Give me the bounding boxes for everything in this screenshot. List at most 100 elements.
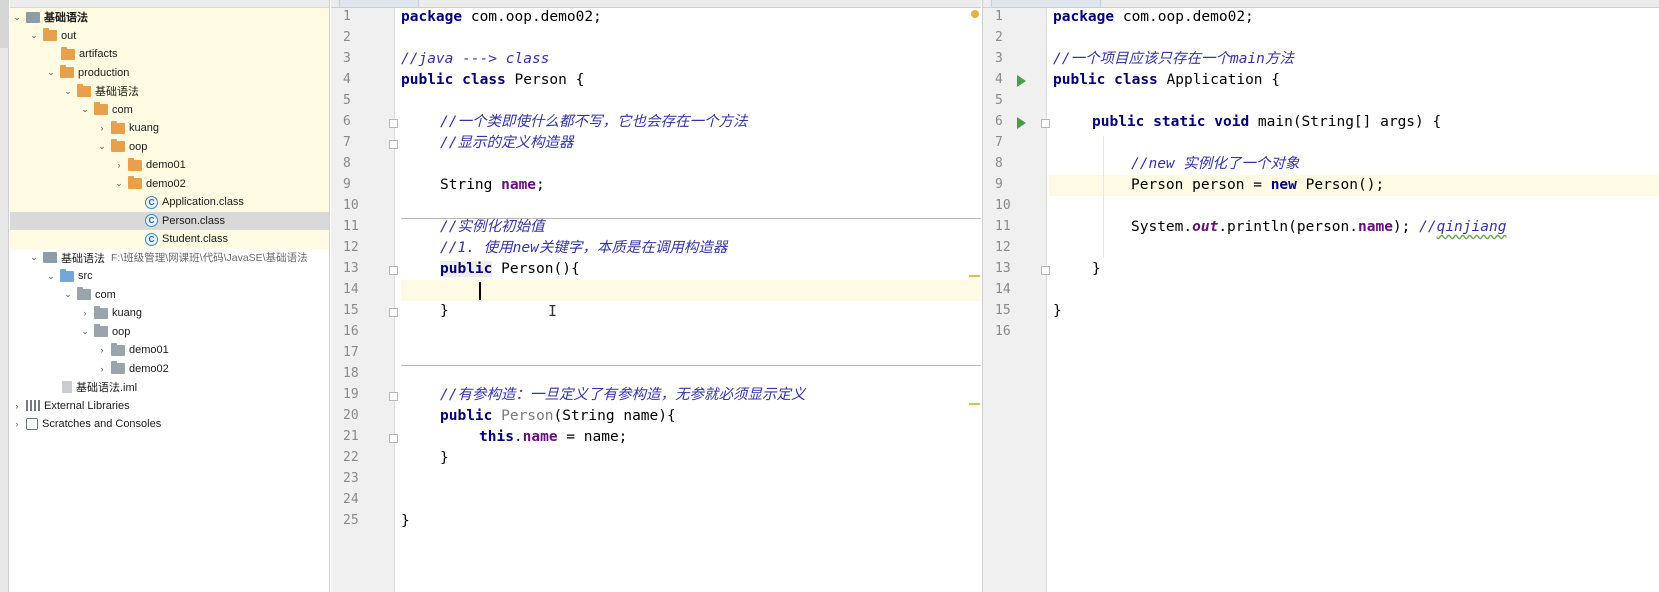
- editor-application[interactable]: 1 2 3 4 5 6 7 8 9 10 11 12 13 14 15 16 p…: [982, 0, 1659, 592]
- chevron-down-icon[interactable]: ⌄: [114, 178, 124, 189]
- project-tool-tab[interactable]: [0, 0, 9, 48]
- tree-item[interactable]: ⌄ production: [10, 63, 329, 82]
- chevron-down-icon[interactable]: ⌄: [29, 30, 39, 41]
- code-line[interactable]: //显示的定义构造器: [401, 133, 981, 154]
- code-line[interactable]: //java ---> class: [401, 49, 981, 70]
- chevron-right-icon[interactable]: ›: [97, 123, 107, 133]
- line-number: 10: [343, 198, 359, 213]
- folder-icon: [43, 28, 57, 42]
- run-icon[interactable]: [1017, 75, 1026, 87]
- code-line[interactable]: //1. 使用new关键字，本质是在调用构造器: [401, 238, 981, 259]
- tree-item[interactable]: › kuang: [10, 119, 329, 138]
- tree-item[interactable]: ⌄ 基础语法: [10, 8, 329, 27]
- fold-marker[interactable]: [389, 308, 398, 317]
- change-marker[interactable]: [969, 403, 980, 405]
- code-line[interactable]: package com.oop.demo02;: [1049, 7, 1659, 28]
- current-line[interactable]: [401, 280, 981, 301]
- code-line[interactable]: public class Person {: [401, 70, 981, 91]
- code-line[interactable]: String name;: [401, 175, 981, 196]
- code-line[interactable]: System.out.println(person.name); //qinji…: [1049, 217, 1659, 238]
- code-line[interactable]: }: [401, 511, 981, 532]
- run-icon[interactable]: [1017, 117, 1026, 129]
- tree-item[interactable]: C Student.class: [10, 230, 329, 249]
- tree-item-selected[interactable]: C Person.class: [10, 211, 329, 230]
- editor-person[interactable]: 1 2 3 4 5 6 7 8 9 10 11 12 13 14 15 16 1…: [331, 0, 981, 592]
- current-line[interactable]: Person person = new Person();: [1049, 175, 1659, 196]
- tree-item[interactable]: › demo01: [10, 341, 329, 360]
- tree-item[interactable]: ⌄ oop: [10, 137, 329, 156]
- source-folder-icon: [60, 268, 74, 282]
- tree-item[interactable]: ⌄ demo02: [10, 174, 329, 193]
- line-number: 17: [343, 345, 359, 360]
- chevron-down-icon[interactable]: ⌄: [63, 86, 73, 96]
- tree-item[interactable]: › demo02: [10, 360, 329, 379]
- code-line[interactable]: }: [1049, 301, 1659, 322]
- tree-item[interactable]: ⌄ src: [10, 267, 329, 286]
- folder-icon: [61, 46, 75, 60]
- fold-marker[interactable]: [389, 119, 398, 128]
- line-number: 22: [343, 450, 359, 465]
- chevron-down-icon[interactable]: ⌄: [80, 104, 90, 115]
- chevron-right-icon[interactable]: ›: [12, 401, 22, 411]
- chevron-right-icon[interactable]: ›: [97, 364, 107, 374]
- chevron-right-icon[interactable]: ›: [80, 308, 90, 318]
- code-line[interactable]: this.name = name;: [401, 427, 981, 448]
- code-line[interactable]: package com.oop.demo02;: [401, 7, 981, 28]
- scratches-icon: [26, 418, 38, 431]
- fold-marker[interactable]: [389, 266, 398, 275]
- tree-item[interactable]: 基础语法.iml: [10, 378, 329, 397]
- chevron-down-icon[interactable]: ⌄: [63, 289, 73, 300]
- method-separator: [401, 365, 981, 366]
- chevron-down-icon[interactable]: ⌄: [97, 141, 107, 152]
- line-gutter: 1 2 3 4 5 6 7 8 9 10 11 12 13 14 15 16: [983, 8, 1047, 592]
- line-number: 18: [343, 366, 359, 381]
- tree-item[interactable]: › demo01: [10, 156, 329, 175]
- folder-icon: [111, 120, 125, 134]
- code-line[interactable]: //new 实例化了一个对象: [1049, 154, 1659, 175]
- line-number: 5: [343, 93, 351, 108]
- tree-item[interactable]: ⌄ 基础语法: [10, 82, 329, 101]
- code-line[interactable]: }: [401, 301, 981, 322]
- indent-guide: [1103, 136, 1104, 258]
- code-line[interactable]: public class Application {: [1049, 70, 1659, 91]
- code-line[interactable]: //有参构造：一旦定义了有参构造，无参就必须显示定义: [401, 385, 981, 406]
- line-number: 14: [343, 282, 359, 297]
- code-line[interactable]: //一个项目应该只存在一个main方法: [1049, 49, 1659, 70]
- tree-item[interactable]: ⌄ com: [10, 286, 329, 305]
- chevron-right-icon[interactable]: ›: [114, 160, 124, 170]
- module-path: F:\班级管理\网课班\代码\JavaSE\基础语法: [111, 252, 308, 265]
- code-line[interactable]: public static void main(String[] args) {: [1049, 112, 1659, 133]
- change-marker[interactable]: [969, 275, 980, 277]
- chevron-down-icon[interactable]: ⌄: [12, 12, 22, 22]
- package-icon: [111, 342, 125, 356]
- fold-marker[interactable]: [389, 392, 398, 401]
- code-line[interactable]: }: [401, 448, 981, 469]
- code-line[interactable]: }: [1049, 259, 1659, 280]
- chevron-down-icon[interactable]: ⌄: [80, 326, 90, 337]
- chevron-right-icon[interactable]: ›: [97, 345, 107, 355]
- tree-item[interactable]: ⌄ oop: [10, 323, 329, 342]
- folder-icon: [128, 157, 142, 171]
- line-number: 2: [343, 30, 351, 45]
- project-tree-header: [10, 0, 329, 8]
- tree-item[interactable]: ⌄ 基础语法 F:\班级管理\网课班\代码\JavaSE\基础语法: [10, 249, 329, 268]
- code-line[interactable]: //一个类即使什么都不写，它也会存在一个方法: [401, 112, 981, 133]
- chevron-down-icon[interactable]: ⌄: [46, 271, 56, 281]
- chevron-right-icon[interactable]: ›: [12, 419, 22, 429]
- fold-marker[interactable]: [389, 434, 398, 443]
- tree-item[interactable]: artifacts: [10, 45, 329, 64]
- tree-item[interactable]: › Scratches and Consoles: [10, 415, 329, 434]
- chevron-down-icon[interactable]: ⌄: [46, 67, 56, 78]
- line-number: 25: [343, 513, 359, 528]
- tree-item[interactable]: C Application.class: [10, 193, 329, 212]
- code-line[interactable]: public Person(String name){: [401, 406, 981, 427]
- warning-indicator-icon[interactable]: [971, 10, 979, 18]
- tree-item[interactable]: › External Libraries: [10, 397, 329, 416]
- chevron-down-icon[interactable]: ⌄: [29, 252, 39, 263]
- tree-item[interactable]: ⌄ out: [10, 26, 329, 45]
- fold-marker[interactable]: [389, 140, 398, 149]
- tree-item[interactable]: ⌄ com: [10, 100, 329, 119]
- code-line[interactable]: public Person(){: [401, 259, 981, 280]
- code-line[interactable]: //实例化初始值: [401, 217, 981, 238]
- tree-item[interactable]: › kuang: [10, 304, 329, 323]
